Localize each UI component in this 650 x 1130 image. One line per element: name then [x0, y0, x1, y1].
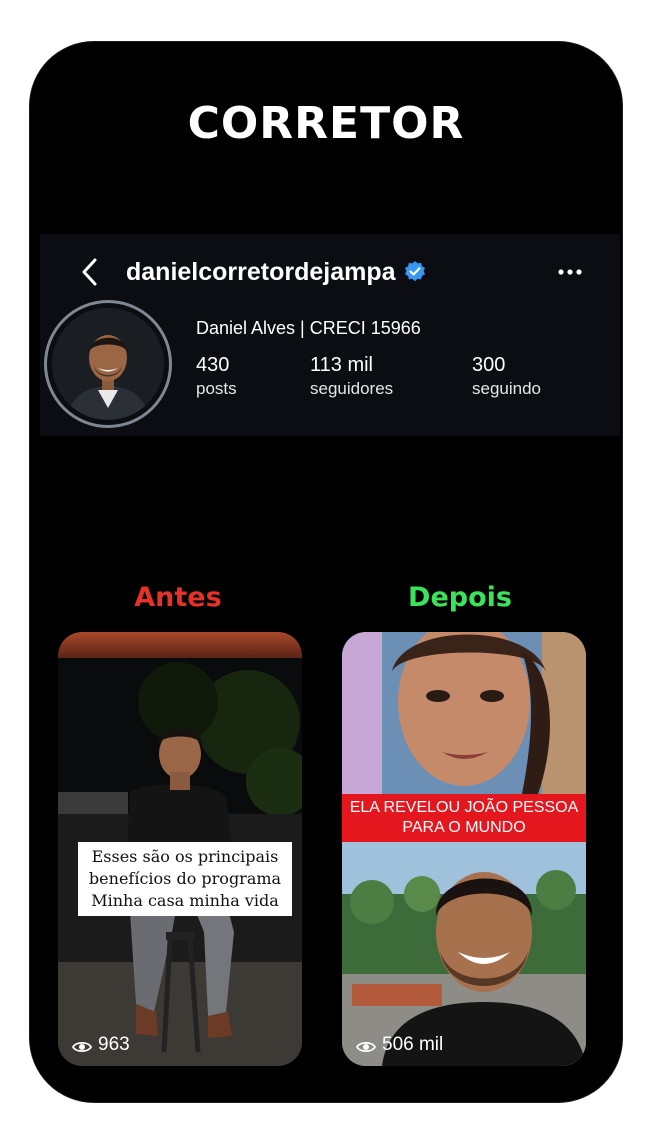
- stat-value: 113 mil: [310, 354, 373, 376]
- back-icon[interactable]: [70, 252, 110, 292]
- profile-username: danielcorretordejampa: [126, 257, 396, 286]
- stat-label: seguindo: [472, 379, 542, 398]
- stat-following[interactable]: 300 seguindo: [472, 354, 541, 399]
- profile-display-name: Daniel Alves | CRECI 15966: [196, 318, 421, 338]
- profile-header: danielcorretordejampa Daniel Alves | CRE…: [40, 234, 620, 436]
- stat-value: 300: [472, 354, 506, 376]
- view-count-value: 963: [98, 1034, 130, 1055]
- view-count: 963: [71, 1034, 130, 1056]
- verified-icon: [404, 261, 426, 283]
- stat-label: seguidores: [310, 379, 394, 398]
- reel-thumbnail-before[interactable]: Esses são os principais benefícios do pr…: [58, 632, 302, 1066]
- profile-avatar-ring[interactable]: [44, 300, 172, 428]
- stat-value: 430: [196, 354, 230, 376]
- more-options-icon[interactable]: [554, 256, 586, 288]
- stat-followers[interactable]: 113 mil seguidores: [310, 354, 393, 399]
- view-count-value: 506 mil: [382, 1034, 444, 1055]
- stat-label: posts: [196, 379, 237, 398]
- eye-icon: [71, 1038, 93, 1053]
- reel-caption: Esses são os principais benefícios do pr…: [78, 842, 292, 916]
- avatar: [52, 308, 164, 420]
- after-label: Depois: [408, 582, 512, 613]
- phone-frame: CORRETOR danielcorretordejampa Daniel Al…: [30, 42, 622, 1102]
- view-count: 506 mil: [355, 1034, 444, 1056]
- eye-icon: [355, 1038, 377, 1053]
- username-row: danielcorretordejampa: [126, 254, 426, 290]
- reel-after-image: [342, 632, 586, 1066]
- page-title: CORRETOR: [187, 98, 465, 149]
- before-label: Antes: [134, 582, 222, 613]
- reel-headline: ELA REVELOU JOÃO PESSOA PARA O MUNDO: [342, 794, 586, 842]
- reel-thumbnail-after[interactable]: ELA REVELOU JOÃO PESSOA PARA O MUNDO 506…: [342, 632, 586, 1066]
- stat-posts[interactable]: 430 posts: [196, 354, 237, 399]
